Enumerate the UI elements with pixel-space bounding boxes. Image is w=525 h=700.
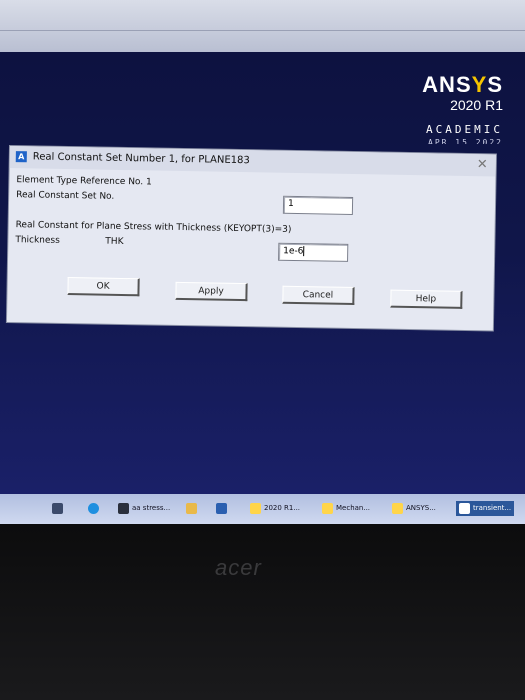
monitor-top-area (0, 0, 525, 52)
task-view-icon[interactable] (52, 501, 66, 516)
real-constant-set-field[interactable]: 1 (282, 195, 354, 215)
taskbar-item-stress[interactable]: aa stress... (118, 501, 170, 516)
ansys-brand: ANSYS (422, 72, 503, 97)
dialog-title: Real Constant Set Number 1, for PLANE183 (32, 151, 250, 167)
text-caret (303, 246, 305, 257)
close-icon[interactable]: ✕ (477, 157, 488, 172)
thickness-field[interactable]: 1e-6 (278, 242, 349, 262)
help-button[interactable]: Help (390, 289, 463, 309)
ansys-logo: ANSYS 2020 R1 ACADEMIC APR 15 2022 (422, 72, 503, 145)
ansys-date: APR 15 2022 (428, 138, 503, 144)
taskbar-item-2020r1[interactable]: 2020 R1... (250, 501, 300, 516)
apply-button[interactable]: Apply (175, 281, 248, 302)
real-constant-set-label: Real Constant Set No. (16, 190, 115, 202)
taskbar-item-ansys[interactable]: ANSYS... (392, 501, 436, 516)
acer-logo: acer (215, 555, 262, 580)
monitor-bezel (0, 524, 525, 700)
divider (0, 30, 525, 31)
thickness-symbol: THK (105, 236, 124, 247)
cancel-button[interactable]: Cancel (282, 285, 355, 306)
thickness-label: Thickness (15, 235, 60, 246)
element-type-reference: Element Type Reference No. 1 (16, 175, 152, 188)
real-constant-dialog: A Real Constant Set Number 1, for PLANE1… (6, 146, 496, 331)
windows-taskbar: aa stress... 2020 R1... Mechan... ANSYS.… (0, 494, 525, 524)
taskbar-item-mechanical[interactable]: Mechan... (322, 501, 370, 516)
section-heading: Real Constant for Plane Stress with Thic… (15, 220, 292, 235)
ansys-edition: ACADEMIC (426, 123, 503, 136)
taskbar-item-word[interactable]: transient... (456, 501, 515, 516)
ansys-version: 2020 R1 (450, 97, 503, 113)
edge-icon[interactable] (88, 501, 102, 516)
folder-icon[interactable] (186, 501, 200, 516)
ansys-app-icon: A (15, 151, 27, 163)
ok-button[interactable]: OK (67, 277, 140, 297)
mail-icon[interactable] (216, 501, 230, 516)
